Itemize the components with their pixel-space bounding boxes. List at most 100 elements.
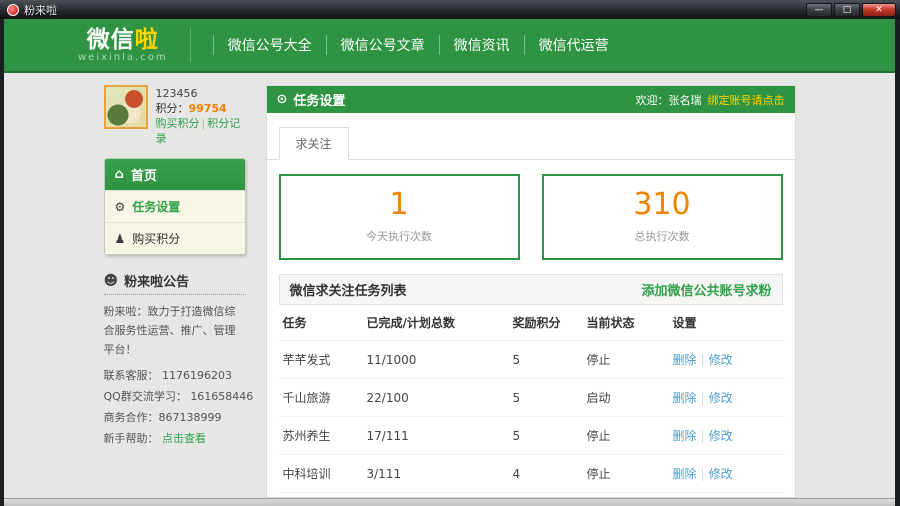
- nav-item[interactable]: 微信代运营: [524, 35, 623, 55]
- newbie-help-row: 新手帮助： 点击查看: [104, 428, 246, 449]
- task-status: 停止: [583, 341, 669, 379]
- delete-link[interactable]: 删除: [673, 391, 697, 405]
- tasks-icon: ⊙: [277, 92, 288, 107]
- tab-bar: 求关注: [267, 113, 795, 160]
- welcome-text: 欢迎：张名瑞: [636, 92, 702, 108]
- points-value: 99754: [189, 102, 227, 115]
- task-progress: 17/111: [363, 417, 509, 455]
- window-titlebar: 粉来啦 — □ ✕: [0, 0, 900, 19]
- action-separator: |: [701, 429, 705, 443]
- header-divider: [190, 28, 191, 62]
- username: 123456: [156, 86, 246, 101]
- delete-link[interactable]: 删除: [673, 467, 697, 481]
- stat-today-label: 今天执行次数: [366, 228, 432, 244]
- action-separator: |: [701, 353, 705, 367]
- col-status: 当前状态: [583, 305, 669, 341]
- nav-item[interactable]: 微信公号文章: [326, 35, 439, 55]
- task-points: 5: [509, 379, 583, 417]
- task-table: 任务 已完成/计划总数 奖励积分 当前状态 设置 芊芊发式: [279, 305, 785, 498]
- task-points: 5: [509, 417, 583, 455]
- task-name: 苏州养生: [279, 417, 363, 455]
- panel-header: ⊙ 任务设置 欢迎：张名瑞 绑定账号请点击: [267, 86, 795, 113]
- action-separator: |: [701, 467, 705, 481]
- stats-row: 1 今天执行次数 310 总执行次数: [267, 160, 795, 270]
- sidebar-item-task-settings[interactable]: ⚙ 任务设置: [105, 190, 245, 222]
- window-content: 微信啦 weixinla.com 微信公号大全 微信公号文章 微信资讯 微信代运…: [0, 19, 900, 506]
- stat-today: 1 今天执行次数: [279, 174, 520, 260]
- logo-text: 微信: [87, 27, 135, 53]
- minimize-button[interactable]: —: [806, 3, 832, 17]
- table-header-bar: 微信求关注任务列表 添加微信公共账号求粉: [279, 274, 783, 305]
- site-logo[interactable]: 微信啦 weixinla.com: [78, 28, 168, 63]
- table-header-row: 任务 已完成/计划总数 奖励积分 当前状态 设置: [279, 305, 785, 341]
- announcement-panel: ☻ 粉来啦公告 粉来啦：致力于打造微信综合服务性运营、推广、管理平台！ 联系客服…: [104, 271, 246, 449]
- window-title: 粉来啦: [24, 2, 57, 18]
- stat-today-value: 1: [389, 190, 408, 220]
- dotted-divider: [104, 294, 246, 295]
- table-row: 芊芊发式 11/1000 5 停止 删除|修改: [279, 341, 785, 379]
- sidebar-item-label: 购买积分: [132, 230, 180, 247]
- contact-line: 联系客服： 1176196203: [104, 365, 246, 386]
- points-label: 积分：: [156, 102, 189, 115]
- announcement-text: 粉来啦：致力于打造微信综合服务性运营、推广、管理平台！: [104, 302, 246, 359]
- avatar[interactable]: [104, 85, 148, 129]
- sidebar-item-home[interactable]: ⌂ 首页: [105, 159, 245, 190]
- announcement-title: 粉来啦公告: [124, 271, 189, 290]
- task-progress: 11/1000: [363, 341, 509, 379]
- app-icon: [7, 4, 19, 16]
- table-row: 千山旅游 22/100 5 启动 删除|修改: [279, 379, 785, 417]
- help-label: 新手帮助：: [104, 432, 159, 445]
- home-icon: ⌂: [115, 167, 124, 182]
- notice-icon: ☻: [104, 273, 119, 289]
- sidebar-menu: ⌂ 首页 ⚙ 任务设置 ♟ 购买积分: [104, 158, 246, 255]
- task-panel: ⊙ 任务设置 欢迎：张名瑞 绑定账号请点击 求关注 1 今天执行次数: [266, 85, 796, 498]
- task-status: 停止: [583, 417, 669, 455]
- col-progress: 已完成/计划总数: [363, 305, 509, 341]
- task-progress: 22/100: [363, 379, 509, 417]
- col-task: 任务: [279, 305, 363, 341]
- buy-points-link[interactable]: 购买积分: [156, 117, 200, 130]
- contact-line: 商务合作：867138999: [104, 407, 246, 428]
- edit-link[interactable]: 修改: [709, 467, 733, 481]
- delete-link[interactable]: 删除: [673, 429, 697, 443]
- sidebar-item-label: 任务设置: [132, 198, 180, 215]
- task-status: 停止: [583, 455, 669, 493]
- logo-subtitle: weixinla.com: [78, 52, 168, 63]
- task-points: 4: [509, 455, 583, 493]
- window-statusbar: [4, 498, 895, 506]
- link-separator: |: [202, 117, 206, 130]
- nav-item[interactable]: 微信资讯: [439, 35, 524, 55]
- app-window: 粉来啦 — □ ✕ 微信啦 weixinla.com 微信公号大全 微信公号文章…: [0, 0, 900, 506]
- add-account-link[interactable]: 添加微信公共账号求粉: [641, 280, 771, 299]
- contact-list: 联系客服： 1176196203 QQ群交流学习： 161658446 商务合作…: [104, 365, 246, 428]
- stat-total-value: 310: [633, 190, 690, 220]
- edit-link[interactable]: 修改: [709, 353, 733, 367]
- action-separator: |: [701, 391, 705, 405]
- bind-account-link[interactable]: 绑定账号请点击: [708, 92, 785, 108]
- col-settings: 设置: [669, 305, 785, 341]
- table-row: 苏州养生 17/111 5 停止 删除 | 修改: [279, 417, 785, 455]
- task-name: 中科培训: [279, 455, 363, 493]
- table-title: 微信求关注任务列表: [290, 280, 407, 299]
- profile-card: 123456 积分：99754 购买积分|积分记录: [104, 85, 246, 146]
- maximize-button[interactable]: □: [834, 3, 860, 17]
- site-header: 微信啦 weixinla.com 微信公号大全 微信公号文章 微信资讯 微信代运…: [4, 19, 895, 73]
- tab-seek-follow[interactable]: 求关注: [279, 127, 349, 160]
- gear-icon: ⚙: [115, 200, 126, 214]
- sidebar: 123456 积分：99754 购买积分|积分记录 ⌂ 首页: [104, 85, 246, 498]
- logo-accent: 啦: [135, 27, 159, 53]
- main-nav: 微信公号大全 微信公号文章 微信资讯 微信代运营: [213, 35, 623, 55]
- help-link[interactable]: 点击查看: [162, 432, 206, 445]
- contact-line: QQ群交流学习： 161658446: [104, 386, 246, 407]
- task-name: 千山旅游: [279, 379, 363, 417]
- points-row: 积分：99754: [156, 101, 246, 116]
- task-progress: 3/111: [363, 455, 509, 493]
- nav-item[interactable]: 微信公号大全: [213, 35, 326, 55]
- person-icon: ♟: [115, 232, 126, 246]
- edit-link[interactable]: 修改: [709, 429, 733, 443]
- delete-link[interactable]: 删除: [673, 353, 697, 367]
- stat-total-label: 总执行次数: [635, 228, 690, 244]
- close-button[interactable]: ✕: [862, 3, 896, 17]
- edit-link[interactable]: 修改: [709, 391, 733, 405]
- sidebar-item-buy-points[interactable]: ♟ 购买积分: [105, 222, 245, 254]
